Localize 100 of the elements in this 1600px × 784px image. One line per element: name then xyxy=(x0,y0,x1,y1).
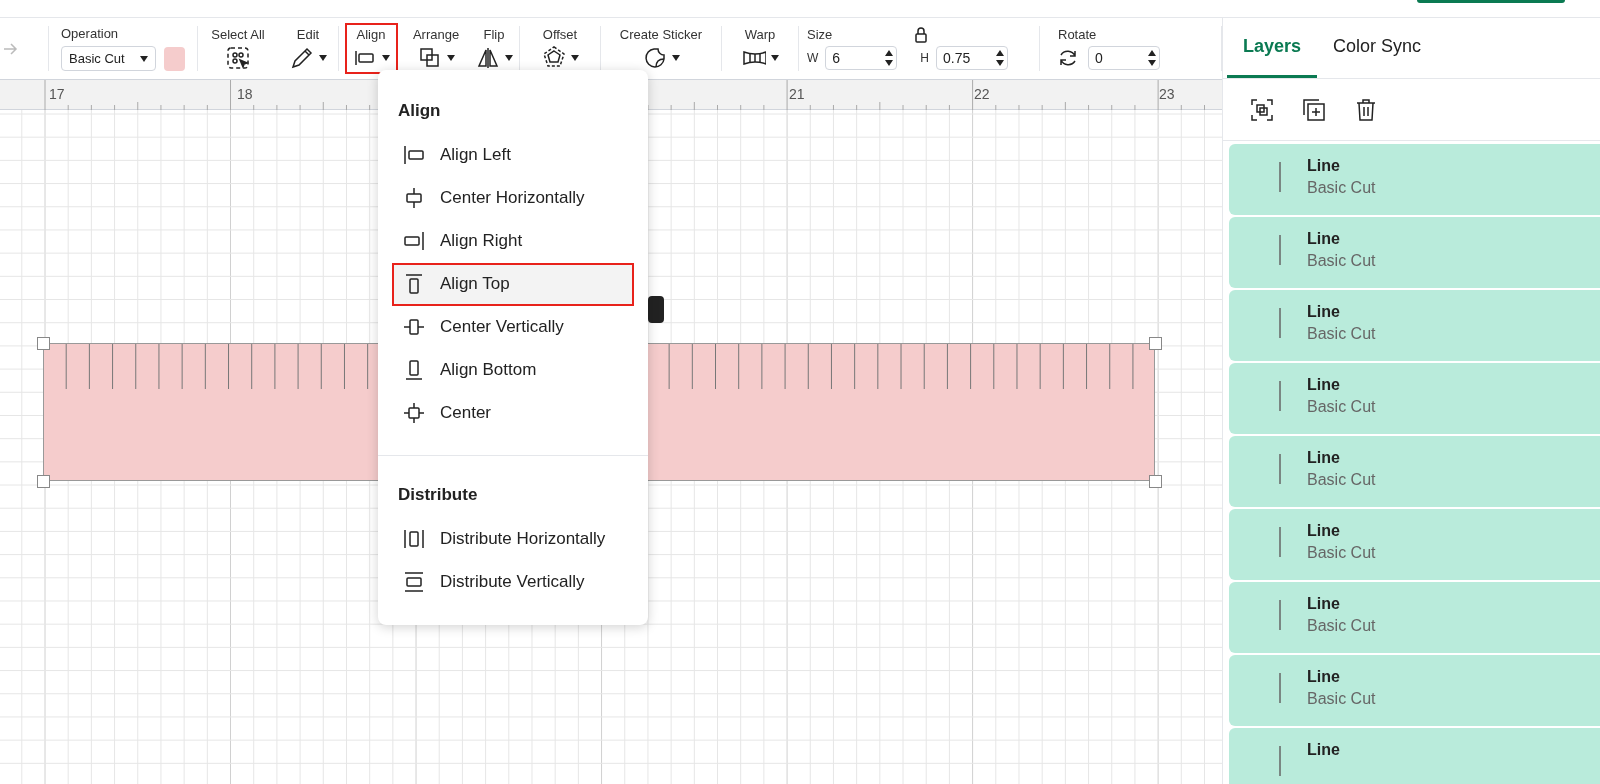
resize-handle[interactable] xyxy=(37,475,50,488)
layer-operation: Basic Cut xyxy=(1307,324,1376,344)
layer-row[interactable]: Line Basic Cut xyxy=(1229,290,1600,361)
layer-name: Line xyxy=(1307,229,1341,249)
tool-button[interactable]: Arrange xyxy=(404,23,468,74)
operation-value: Basic Cut xyxy=(69,49,125,68)
layer-operation: Basic Cut xyxy=(1307,543,1376,563)
layer-name: Line xyxy=(1307,375,1341,395)
layer-row[interactable]: Line xyxy=(1229,728,1600,784)
menu-item[interactable]: Distribute Vertically xyxy=(392,560,634,603)
offset-icon xyxy=(541,46,566,70)
resize-handle[interactable] xyxy=(37,337,50,350)
layer-row[interactable]: Line Basic Cut xyxy=(1229,217,1600,288)
operation-select[interactable]: Basic Cut xyxy=(61,46,157,71)
sticker-icon xyxy=(642,46,667,70)
line-icon xyxy=(1279,527,1281,557)
rotate-icon xyxy=(1058,48,1078,68)
layer-operation: Basic Cut xyxy=(1307,178,1376,198)
align-right-icon xyxy=(402,229,426,253)
caret-icon xyxy=(381,55,390,61)
line-icon xyxy=(1279,746,1281,776)
layer-name: Line xyxy=(1307,740,1340,760)
height-label: H xyxy=(920,50,929,67)
spinner-icon xyxy=(996,50,1004,66)
caret-icon xyxy=(570,55,579,61)
align-left-icon xyxy=(402,143,426,167)
select-all-icon xyxy=(226,46,250,70)
line-icon xyxy=(1279,381,1281,411)
layer-row[interactable]: Line Basic Cut xyxy=(1229,436,1600,507)
layer-operation: Basic Cut xyxy=(1307,251,1376,271)
layer-name: Line xyxy=(1307,156,1341,176)
flip-icon xyxy=(475,46,500,70)
menu-item[interactable]: Align Left xyxy=(392,133,634,177)
line-icon xyxy=(1279,600,1281,630)
tool-button[interactable]: Warp xyxy=(733,23,787,74)
tool-button[interactable]: Create Sticker xyxy=(611,23,711,74)
layer-operation: Basic Cut xyxy=(1307,689,1376,709)
line-icon xyxy=(1279,673,1281,703)
layer-name: Line xyxy=(1307,448,1341,468)
caret-icon xyxy=(504,55,513,61)
tooltip-edge xyxy=(648,296,664,323)
lock-icon xyxy=(914,27,929,43)
menu-item[interactable]: Align Top xyxy=(392,262,634,306)
color-swatch[interactable] xyxy=(164,46,185,71)
duplicate-icon xyxy=(1302,97,1326,122)
menu-section-title: Distribute xyxy=(397,483,479,506)
layer-operation: Basic Cut xyxy=(1307,470,1376,490)
tool-button[interactable]: Flip xyxy=(467,23,521,74)
layer-name: Line xyxy=(1307,594,1341,614)
ruler-number: 18 xyxy=(237,85,253,104)
ruler-number: 23 xyxy=(1159,85,1175,104)
panel-tab[interactable]: Layers xyxy=(1227,18,1318,78)
tool-label: Size xyxy=(807,27,833,43)
tool-button[interactable]: Align xyxy=(344,23,398,74)
line-icon xyxy=(1279,308,1281,338)
delete-icon xyxy=(1354,97,1378,122)
layer-operation: Basic Cut xyxy=(1307,397,1376,417)
layer-row[interactable]: Line Basic Cut xyxy=(1229,582,1600,653)
caret-icon xyxy=(671,55,680,61)
layer-row[interactable]: Line Basic Cut xyxy=(1229,363,1600,434)
layers-icon xyxy=(417,46,442,70)
pencil-icon xyxy=(289,46,314,70)
panel-tab[interactable]: Color Sync xyxy=(1317,18,1438,78)
line-icon xyxy=(1279,162,1281,192)
resize-handle[interactable] xyxy=(1149,337,1162,350)
spinner-icon xyxy=(885,50,894,66)
menu-section-title: Align xyxy=(397,100,442,122)
caret-icon xyxy=(446,55,455,61)
resize-handle[interactable] xyxy=(1149,475,1162,488)
number-field[interactable]: 0.75 xyxy=(936,46,1008,70)
tool-button[interactable]: Offset xyxy=(533,23,587,74)
distribute-vertical-icon xyxy=(402,569,426,594)
ruler-number: 21 xyxy=(789,85,805,104)
line-icon xyxy=(1279,235,1281,265)
menu-item[interactable]: Align Right xyxy=(392,219,634,263)
spinner-icon xyxy=(1148,50,1156,66)
layer-name: Line xyxy=(1307,667,1341,687)
tool-button[interactable]: Edit xyxy=(281,23,335,74)
menu-item[interactable]: Distribute Horizontally xyxy=(392,517,634,560)
layer-row[interactable]: Line Basic Cut xyxy=(1229,144,1600,215)
ruler-number: 22 xyxy=(974,85,990,104)
tool-button[interactable]: Select All xyxy=(203,23,273,74)
menu-item[interactable]: Center Horizontally xyxy=(392,176,634,220)
tool-label: Operation xyxy=(61,26,120,42)
caret-icon xyxy=(140,55,149,62)
layer-name: Line xyxy=(1307,521,1341,541)
menu-item[interactable]: Center xyxy=(392,391,634,435)
number-field[interactable]: 0 xyxy=(1088,46,1160,70)
line-icon xyxy=(1279,454,1281,484)
menu-item[interactable]: Align Bottom xyxy=(392,348,634,392)
width-label: W xyxy=(807,50,819,67)
number-field[interactable]: 6 xyxy=(825,46,898,70)
group-icon xyxy=(1250,97,1274,122)
layer-row[interactable]: Line Basic Cut xyxy=(1229,655,1600,726)
layer-name: Line xyxy=(1307,302,1341,322)
arrow-icon xyxy=(2,40,18,57)
menu-item[interactable]: Center Vertically xyxy=(392,305,634,349)
caret-icon xyxy=(770,55,779,61)
layer-row[interactable]: Line Basic Cut xyxy=(1229,509,1600,580)
tool-label: Rotate xyxy=(1058,27,1098,43)
